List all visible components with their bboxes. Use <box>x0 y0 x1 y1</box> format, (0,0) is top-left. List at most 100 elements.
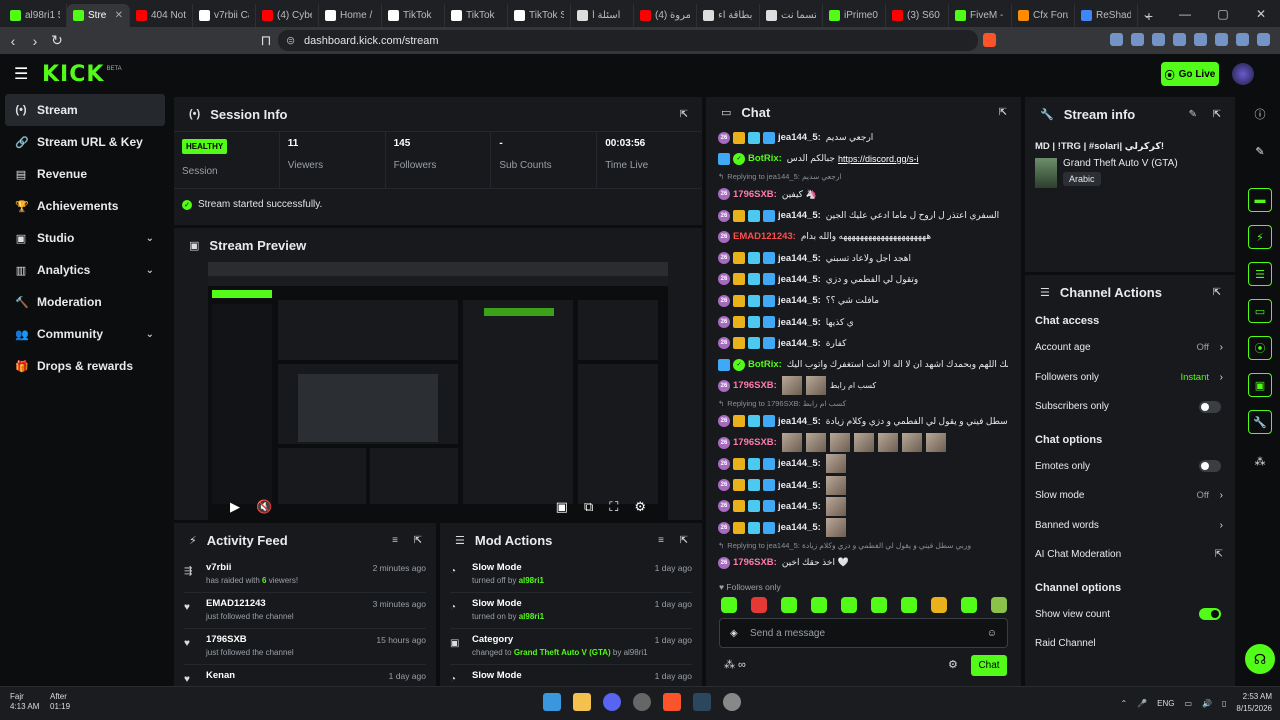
prayer-widget-next[interactable]: After 01:19 <box>50 692 70 712</box>
browser-tab[interactable]: Stre ✕ <box>67 4 130 27</box>
chat-username[interactable]: 1796SXB: <box>733 380 777 391</box>
popout-icon[interactable]: ⇱ <box>999 107 1007 118</box>
browser-tab[interactable]: TikTok <box>382 4 445 27</box>
popout-icon[interactable]: ⇱ <box>1213 287 1221 298</box>
sidebar-item-drops-rewards[interactable]: 🎁 Drops & rewards <box>0 350 170 382</box>
raid-channel-row[interactable]: Raid Channel <box>1025 629 1235 659</box>
feed-item-title[interactable]: Slow Mode <box>472 562 544 573</box>
feed-item-title[interactable]: Kenan <box>206 670 235 681</box>
close-window-button[interactable]: ✕ <box>1242 7 1280 21</box>
kick-logo[interactable]: KICK <box>42 62 104 87</box>
chat-username[interactable]: 1796SXB: <box>733 189 777 200</box>
bookmark-icon[interactable]: ⊓ <box>255 32 277 49</box>
broadcast-icon[interactable]: ⦿ <box>1248 336 1272 360</box>
network-icon[interactable]: ▭ <box>1184 699 1192 708</box>
browser-tab[interactable]: بطاقة اء <box>697 4 760 27</box>
back-icon[interactable]: ‹ <box>2 33 24 49</box>
chat-send-button[interactable]: Chat <box>971 655 1007 676</box>
chat-username[interactable]: jea144_5: <box>778 253 821 264</box>
chat-username[interactable]: jea144_5: <box>778 338 821 349</box>
chat-username[interactable]: jea144_5: <box>778 210 821 221</box>
browser-tab[interactable]: Home / <box>319 4 382 27</box>
smiley-icon[interactable]: ☺ <box>987 628 997 639</box>
show-view-count-toggle[interactable] <box>1199 608 1221 621</box>
sidebar-item-studio[interactable]: ▣ Studio ⌄ <box>0 222 170 254</box>
steam-icon[interactable] <box>693 693 711 711</box>
popout-icon[interactable]: ⇱ <box>1213 109 1221 120</box>
quick-emote[interactable] <box>781 597 797 613</box>
category-thumbnail[interactable] <box>1035 158 1057 188</box>
chat-username[interactable]: jea144_5: <box>778 295 821 306</box>
quick-emote[interactable] <box>871 597 887 613</box>
sidebar-item-stream-url-key[interactable]: 🔗 Stream URL & Key <box>0 126 170 158</box>
sidebar-item-stream[interactable]: (•) Stream <box>5 94 165 126</box>
wrench-icon[interactable]: 🔧 <box>1248 410 1272 434</box>
chat-username[interactable]: jea144_5: <box>778 317 821 328</box>
chat-username[interactable]: jea144_5: <box>778 501 821 512</box>
extension-icon[interactable] <box>1173 33 1186 46</box>
account-age-row[interactable]: Account age Off › <box>1025 333 1235 363</box>
quick-emote[interactable] <box>961 597 977 613</box>
browser-tab[interactable]: FiveM - <box>949 4 1012 27</box>
info-icon[interactable]: ⓘ <box>1248 102 1272 126</box>
sidebar-item-achievements[interactable]: 🏆 Achievements <box>0 190 170 222</box>
filter-icon[interactable]: ≡ <box>658 535 664 546</box>
browser-tab[interactable]: (4) Cybe <box>256 4 319 27</box>
sidebar-item-analytics[interactable]: ▥ Analytics ⌄ <box>0 254 170 286</box>
chat-settings-icon[interactable]: ⚙ <box>948 658 958 671</box>
browser-tab[interactable]: TikTok <box>445 4 508 27</box>
pencil-icon[interactable]: ✎ <box>1248 139 1272 163</box>
feed-item-title[interactable]: 1796SXB <box>206 634 294 645</box>
chat-username[interactable]: BotRix: <box>748 153 782 164</box>
chat-input[interactable]: ◈ Send a message ☺ <box>719 618 1008 648</box>
feed-item-title[interactable]: Category <box>472 634 648 645</box>
fullscreen-icon[interactable]: ⛶ <box>609 499 618 515</box>
url-input[interactable]: ⊜ dashboard.kick.com/stream <box>278 30 978 51</box>
theater-icon[interactable]: ▣ <box>556 499 568 515</box>
browser-tab[interactable]: تسما نت <box>760 4 823 27</box>
browser-tab[interactable]: (3) S60 <box>886 4 949 27</box>
menu-icon[interactable] <box>1257 33 1270 46</box>
quick-emote[interactable] <box>991 597 1007 613</box>
prayer-widget[interactable]: Fajr 4:13 AM <box>10 692 39 712</box>
chat-icon[interactable]: ▭ <box>1248 299 1272 323</box>
chat-username[interactable]: jea144_5: <box>778 480 821 491</box>
file-explorer-icon[interactable] <box>573 693 591 711</box>
tab-search-icon[interactable]: ⌄ <box>1128 7 1166 21</box>
browser-tab[interactable]: al98ri1 5 <box>4 4 67 27</box>
chat-username[interactable]: jea144_5: <box>778 458 821 469</box>
popout-icon[interactable]: ⇱ <box>680 109 688 120</box>
browser-tab[interactable]: 404 Not <box>130 4 193 27</box>
chat-username[interactable]: jea144_5: <box>778 132 821 143</box>
quick-emote[interactable] <box>841 597 857 613</box>
browser-tab[interactable]: v7rbii Ca <box>193 4 256 27</box>
points-icon[interactable]: ⁂ ∞ <box>724 658 746 671</box>
extension-icon[interactable] <box>1110 33 1123 46</box>
extension-icon[interactable] <box>1215 33 1228 46</box>
forward-icon[interactable]: › <box>24 33 46 49</box>
discord-icon[interactable] <box>603 693 621 711</box>
browser-tab[interactable]: Cfx Foru <box>1012 4 1075 27</box>
reload-icon[interactable]: ↻ <box>46 32 68 49</box>
chat-link[interactable]: https://discord.gg/s-i <box>838 154 919 164</box>
mute-icon[interactable]: 🔇 <box>256 499 272 515</box>
user-avatar[interactable] <box>1232 63 1254 85</box>
video-icon[interactable]: ▣ <box>1248 373 1272 397</box>
extension-icon[interactable] <box>1236 33 1249 46</box>
go-live-button[interactable]: ⦿ Go Live <box>1161 62 1219 86</box>
site-info-icon[interactable]: ⊜ <box>286 34 295 47</box>
pip-icon[interactable]: ⧉ <box>584 499 593 515</box>
microphone-icon[interactable]: 🎤 <box>1137 699 1147 708</box>
brave-shield-icon[interactable] <box>983 33 996 47</box>
quick-emote[interactable] <box>901 597 917 613</box>
quick-emote[interactable] <box>931 597 947 613</box>
browser-tab[interactable]: أسئلة أ <box>571 4 634 27</box>
followers-only-row[interactable]: Followers only Instant › <box>1025 363 1235 393</box>
chat-username[interactable]: jea144_5: <box>778 522 821 533</box>
filter-icon[interactable]: ≡ <box>392 535 398 546</box>
chat-username[interactable]: 1796SXB: <box>733 557 777 568</box>
windows-start-icon[interactable] <box>543 693 561 711</box>
maximize-button[interactable]: ▢ <box>1204 7 1242 21</box>
quick-emote[interactable] <box>751 597 767 613</box>
emotes-only-toggle[interactable] <box>1199 460 1221 473</box>
